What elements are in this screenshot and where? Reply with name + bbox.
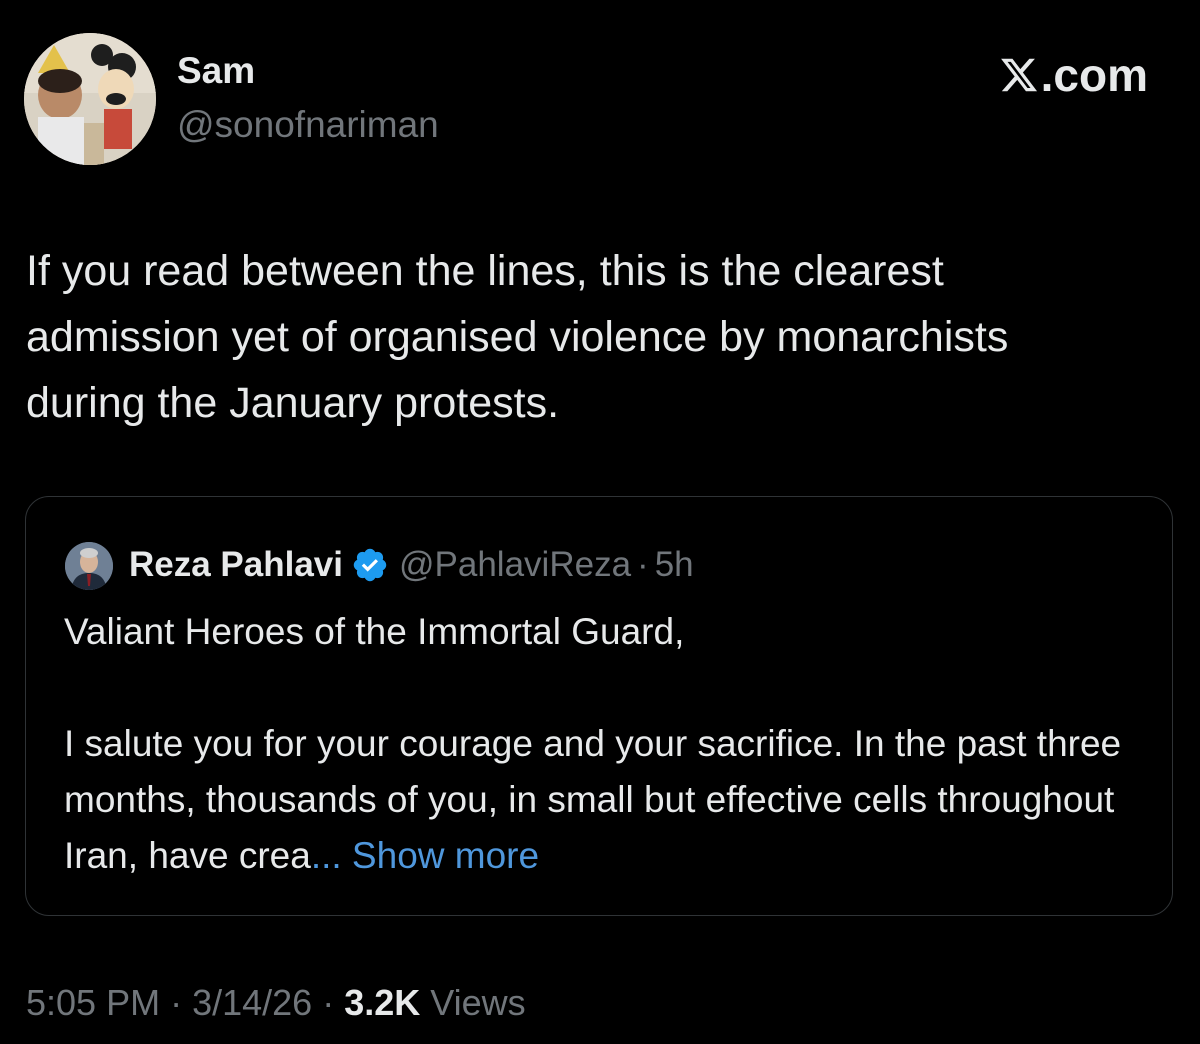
brand-watermark: .com [999, 49, 1148, 101]
show-more-link[interactable]: Show more [342, 835, 539, 876]
author-avatar[interactable] [24, 33, 156, 165]
tweet-text: If you read between the lines, this is t… [26, 247, 1009, 427]
tweet-card: Sam @sonofnariman .com If you read betwe… [0, 0, 1200, 1044]
author-name[interactable]: Sam [177, 50, 255, 92]
quoted-paragraph-2-text: I salute you for your courage and your s… [64, 723, 1122, 876]
quoted-author-handle[interactable]: @PahlaviReza [399, 545, 631, 585]
quoted-author-name[interactable]: Reza Pahlavi [129, 545, 343, 585]
views-label: Views [420, 982, 526, 1023]
quoted-paragraph-1: Valiant Heroes of the Immortal Guard, [64, 611, 685, 652]
quoted-author-avatar[interactable] [65, 542, 113, 590]
author-handle[interactable]: @sonofnariman [177, 104, 439, 146]
quoted-separator: · [637, 545, 649, 584]
tweet-time[interactable]: 5:05 PM [26, 982, 160, 1023]
meta-separator-2: · [312, 982, 345, 1023]
quoted-author-avatar-image [65, 542, 113, 590]
ellipsis: ... [310, 835, 342, 876]
meta-separator: · [160, 982, 193, 1023]
views-count: 3.2K [344, 982, 421, 1023]
quoted-tweet[interactable]: Reza Pahlavi @PahlaviReza · 5h Valiant H… [25, 496, 1173, 916]
author-avatar-image [24, 33, 156, 165]
tweet-date[interactable]: 3/14/26 [192, 982, 312, 1023]
quoted-tweet-header: Reza Pahlavi @PahlaviReza · 5h [129, 539, 694, 591]
brand-label: .com [1040, 49, 1148, 101]
x-logo-icon [1000, 58, 1037, 92]
quoted-timestamp[interactable]: 5h [655, 545, 694, 585]
quoted-paragraph-2: I salute you for your courage and your s… [64, 716, 1144, 884]
quoted-tweet-text: Valiant Heroes of the Immortal Guard, I … [64, 604, 1144, 884]
verified-badge-icon [353, 548, 387, 582]
tweet-meta: 5:05 PM · 3/14/26 · 3.2K Views [26, 982, 526, 1024]
